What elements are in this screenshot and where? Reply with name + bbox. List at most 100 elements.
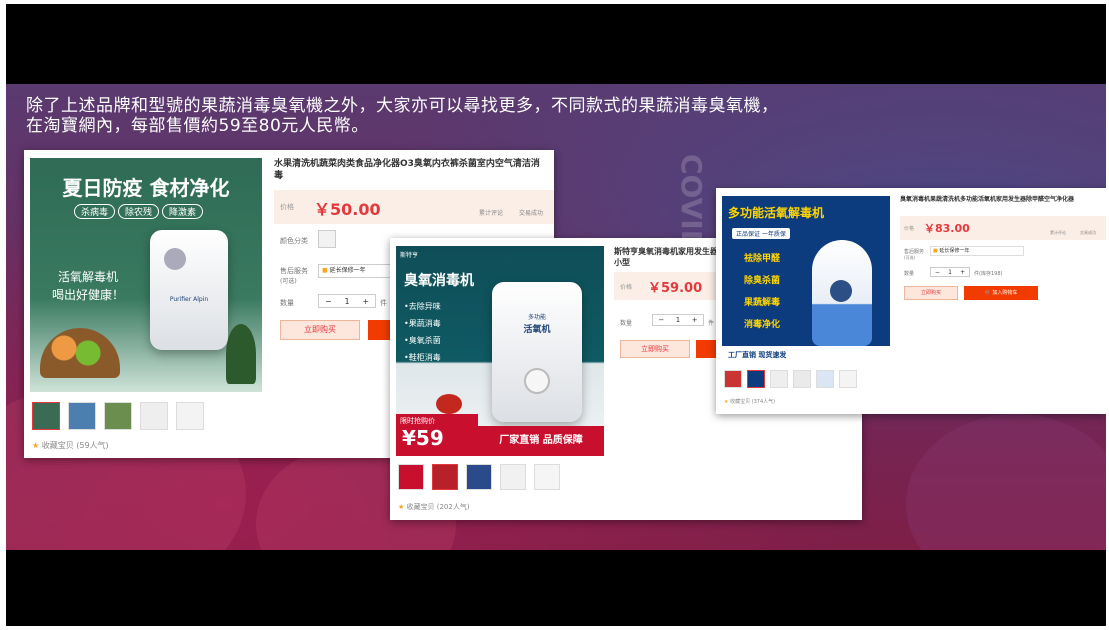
product-main-image[interactable]: 多功能活氧解毒机 正品保证 一年质保 祛除甲醛 除臭杀菌 果蔬解毒 消毒净化 工… — [722, 196, 890, 364]
feature-item: •果蔬消毒 — [404, 319, 441, 328]
checkbox-icon: ■ — [933, 248, 938, 254]
unit-label: 件 — [380, 299, 387, 307]
feature-item: 除臭杀菌 — [744, 276, 781, 286]
add-to-cart-button[interactable]: 🛒 加入购物车 — [964, 286, 1038, 300]
thumbnail[interactable] — [466, 464, 492, 490]
sales-count-label: 交易成功 — [518, 210, 543, 217]
cart-icon: 🛒 — [984, 290, 991, 296]
thumbnail[interactable] — [176, 402, 204, 430]
ozone-device-image: 多功能 活氧机 — [492, 282, 582, 422]
buy-now-button[interactable]: 立即购买 — [620, 340, 690, 358]
thumbnail[interactable] — [500, 464, 526, 490]
minus-button[interactable]: − — [653, 316, 670, 324]
favorite[interactable]: ★ 收藏宝贝 (202人气) — [398, 502, 470, 512]
thumbnail[interactable] — [32, 402, 60, 430]
feature-item: •去除异味 — [404, 302, 441, 311]
thumbnail[interactable] — [770, 370, 788, 388]
tomato-image — [436, 394, 462, 414]
thumbnail-strip — [398, 464, 568, 490]
star-icon: ★ — [398, 503, 405, 511]
device-label: 多功能 — [527, 314, 546, 321]
plus-button[interactable]: + — [356, 297, 375, 306]
quantity-value[interactable]: 1 — [670, 316, 687, 324]
service-sub-label: (可选) — [280, 278, 297, 285]
thumbnail[interactable] — [68, 402, 96, 430]
product-title[interactable]: 水果清洗机蔬菜肉类食品净化器O3臭氧内衣裤杀菌室内空气清洁消毒 — [274, 158, 546, 182]
banner-title: 多功能活氧解毒机 — [728, 206, 825, 220]
product-main-image[interactable]: 夏日防疫 食材净化 杀病毒 除农残 降激素 活氧解毒机 喝出好健康！ Purif… — [30, 158, 262, 392]
slide: COVID 除了上述品牌和型號的果蔬消毒臭氧機之外，大家亦可以尋找更多，不同款式… — [6, 84, 1106, 550]
price: ￥59.00 — [648, 281, 703, 296]
feature-item: •鞋柜消毒 — [404, 353, 441, 362]
ozone-device-image: Purifier Alpin — [150, 230, 228, 350]
price-row: 价格 ￥50.00 累计评论 交易成功 — [274, 190, 554, 224]
service-option[interactable]: ■ 延长保修一年 — [318, 264, 398, 278]
price-label: 价格 — [280, 203, 294, 211]
device-dial — [164, 248, 186, 270]
quantity-label: 数量 — [620, 320, 633, 327]
color-label: 颜色分类 — [280, 237, 308, 245]
plus-button[interactable]: + — [956, 269, 969, 276]
ozone-device-image — [812, 240, 872, 346]
product-title[interactable]: 臭氧消毒机果蔬清洗机多功能活氧机家用发生器除甲醛空气净化器 — [900, 196, 1100, 204]
service-value: 延长保修一年 — [939, 248, 970, 254]
review-count-label[interactable]: 累计评论 — [1044, 230, 1072, 236]
slogan-1: 活氧解毒机 — [58, 270, 119, 284]
buy-now-button[interactable]: 立即购买 — [280, 320, 360, 340]
favorite-label: 收藏宝贝 (374人气) — [730, 399, 776, 405]
price: ￥83.00 — [924, 222, 970, 235]
price: ￥50.00 — [314, 200, 381, 219]
promo-price-badge: 限时抢购价 ¥59 — [396, 414, 478, 456]
favorite[interactable]: ★ 收藏宝贝 (374人气) — [724, 398, 775, 405]
device-label: 活氧机 — [523, 325, 551, 335]
thumbnail[interactable] — [104, 402, 132, 430]
feature-list: 祛除甲醛 除臭杀菌 果蔬解毒 消毒净化 — [744, 248, 780, 336]
thumbnail[interactable] — [793, 370, 811, 388]
feature-item: 消毒净化 — [744, 320, 781, 330]
slogan-2: 喝出好健康！ — [52, 288, 125, 302]
quantity-value[interactable]: 1 — [338, 297, 357, 306]
stock-label: 件(库存198) — [974, 271, 1003, 277]
video-frame: COVID 除了上述品牌和型號的果蔬消毒臭氧機之外，大家亦可以尋找更多，不同款式… — [6, 4, 1106, 626]
star-icon: ★ — [32, 441, 40, 450]
banner-tags: 杀病毒 除农残 降激素 — [74, 204, 204, 219]
thumbnail[interactable] — [839, 370, 857, 388]
thumbnail[interactable] — [534, 464, 560, 490]
review-count-label[interactable]: 累计评论 — [474, 208, 508, 217]
plant-image — [226, 324, 256, 384]
plus-button[interactable]: + — [686, 316, 703, 324]
virus-bg-blob — [906, 414, 1106, 550]
tag: 降激素 — [162, 204, 204, 219]
quantity-stepper: − 1 + — [930, 267, 970, 277]
unit-label: 件 — [708, 320, 715, 327]
thumbnail[interactable] — [432, 464, 458, 490]
favorite[interactable]: ★ 收藏宝贝 (59人气) — [32, 440, 109, 451]
product-main-image[interactable]: 斯特亨 臭氧消毒机 •去除异味 •果蔬消毒 •臭氧杀菌 •鞋柜消毒 多功能 活氧… — [396, 246, 604, 456]
buy-now-button[interactable]: 立即购买 — [904, 286, 958, 300]
caption: 除了上述品牌和型號的果蔬消毒臭氧機之外，大家亦可以尋找更多，不同款式的果蔬消毒臭… — [26, 96, 779, 136]
device-brand-label: Purifier Alpin — [169, 296, 209, 303]
thumbnail-strip — [32, 402, 212, 430]
price-label: 价格 — [620, 284, 633, 291]
guarantee-badge: 正品保证 一年质保 — [732, 228, 790, 239]
thumbnail[interactable] — [140, 402, 168, 430]
quantity-value[interactable]: 1 — [944, 269, 957, 276]
thumbnail[interactable] — [816, 370, 834, 388]
thumbnail[interactable] — [724, 370, 742, 388]
product-title[interactable]: 斯特亨臭氧消毒机家用发生器小型 — [614, 246, 724, 268]
caption-line-1: 除了上述品牌和型號的果蔬消毒臭氧機之外，大家亦可以尋找更多，不同款式的果蔬消毒臭… — [26, 96, 779, 116]
price-label: 价格 — [904, 226, 915, 232]
service-label: 售后服务 — [904, 249, 925, 255]
feature-item: 果蔬解毒 — [744, 298, 781, 308]
service-option[interactable]: ■ 延长保修一年 — [930, 246, 1024, 256]
minus-button[interactable]: − — [931, 269, 944, 276]
product-card-3: 多功能活氧解毒机 正品保证 一年质保 祛除甲醛 除臭杀菌 果蔬解毒 消毒净化 工… — [716, 188, 1106, 414]
service-label: 售后服务 — [280, 267, 308, 275]
minus-button[interactable]: − — [319, 297, 338, 306]
thumbnail[interactable] — [398, 464, 424, 490]
thumbnail[interactable] — [747, 370, 765, 388]
feature-item: •臭氧杀菌 — [404, 336, 441, 345]
quantity-stepper: − 1 + — [318, 294, 376, 308]
banner-title: 夏日防疫 食材净化 — [62, 176, 230, 200]
color-option-swatch[interactable] — [318, 230, 336, 248]
